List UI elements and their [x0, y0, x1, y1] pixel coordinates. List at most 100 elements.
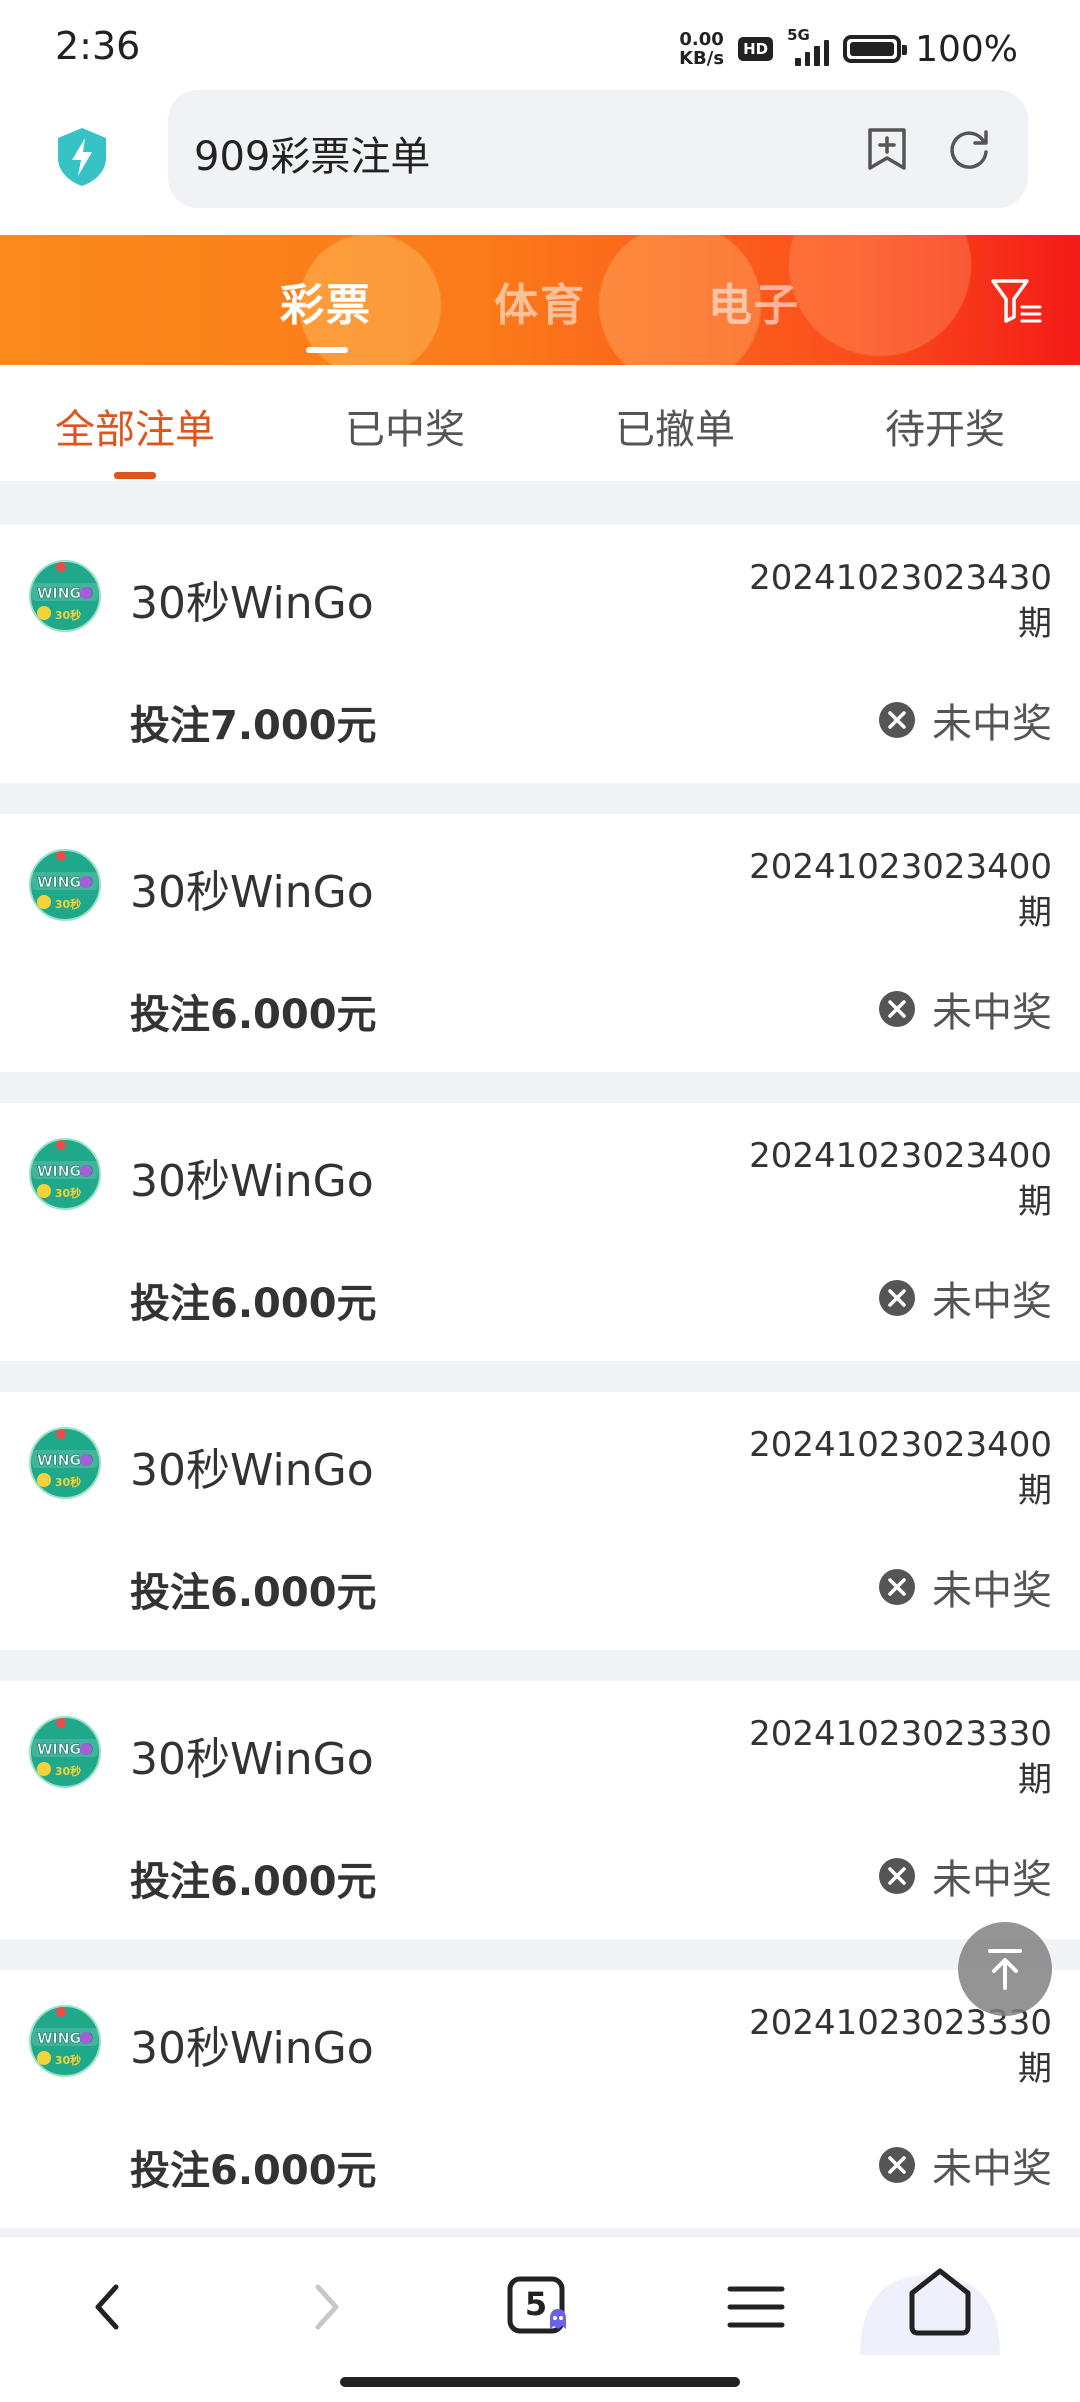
signal-icon: 5G [787, 26, 830, 66]
bet-status: 未中奖 [932, 1568, 1052, 1614]
sub-tab-indicator [114, 472, 156, 479]
svg-text:30秒: 30秒 [55, 1764, 81, 1778]
issue-number: 20241023023400 期 [749, 844, 1052, 936]
not-won-icon [879, 1858, 915, 1894]
battery-icon [843, 35, 908, 63]
bet-status: 未中奖 [932, 701, 1052, 747]
bet-result: 未中奖 [878, 1269, 1052, 1327]
svg-text:30秒: 30秒 [55, 608, 81, 622]
tab-won[interactable]: 已中奖 [270, 397, 540, 455]
bet-card[interactable]: WINGO 30秒 30秒WinGo 20241023023330 期 投注6.… [0, 1970, 1080, 2228]
status-icons: 0.00 KB/s HD 5G 100% [679, 24, 1018, 74]
svg-text:30秒: 30秒 [55, 1186, 81, 1200]
bet-status-tabs: 全部注单 已中奖 已撤单 待开奖 [0, 365, 1080, 483]
tab-count: 5 [524, 2285, 548, 2323]
issue-suffix: 期 [1018, 604, 1052, 644]
issue-suffix: 期 [1018, 1760, 1052, 1800]
add-bookmark-icon[interactable] [864, 126, 910, 172]
issue-number: 20241023023430 期 [749, 555, 1052, 647]
issue-number-value: 20241023023400 [749, 1425, 1052, 1465]
wingo-logo-icon: WINGO 30秒 [29, 1716, 101, 1788]
tab-pending[interactable]: 待开奖 [810, 397, 1080, 455]
network-type: 5G [787, 26, 810, 44]
bet-amount: 投注6.000元 [130, 1859, 377, 1905]
network-speed: 0.00 KB/s [679, 30, 724, 68]
svg-text:30秒: 30秒 [55, 2053, 81, 2067]
bet-status: 未中奖 [932, 1279, 1052, 1325]
tabs-button[interactable]: 5 [500, 2267, 580, 2347]
issue-number-value: 20241023023330 [749, 1714, 1052, 1754]
bet-card[interactable]: WINGO 30秒 30秒WinGo 20241023023400 期 投注6.… [0, 814, 1080, 1072]
issue-number: 20241023023400 期 [749, 1133, 1052, 1225]
home-icon[interactable] [860, 2255, 1020, 2355]
back-to-top-button[interactable] [958, 1922, 1052, 2016]
status-time: 2:36 [55, 24, 141, 68]
tab-lottery[interactable]: 彩票 [280, 269, 372, 333]
wingo-logo-icon: WINGO 30秒 [29, 1427, 101, 1499]
game-name: 30秒WinGo [130, 2023, 374, 2074]
bet-status: 未中奖 [932, 2146, 1052, 2192]
issue-number: 20241023023400 期 [749, 1422, 1052, 1514]
bet-card[interactable]: WINGO 30秒 30秒WinGo 20241023023400 期 投注6.… [0, 1392, 1080, 1650]
bet-amount: 投注6.000元 [130, 1570, 377, 1616]
bet-result: 未中奖 [878, 1847, 1052, 1905]
issue-suffix: 期 [1018, 1182, 1052, 1222]
svg-text:30秒: 30秒 [55, 897, 81, 911]
url-text[interactable]: 909彩票注单 [194, 124, 430, 182]
bet-amount: 投注6.000元 [130, 992, 377, 1038]
issue-suffix: 期 [1018, 1471, 1052, 1511]
wingo-logo-icon: WINGO 30秒 [29, 849, 101, 921]
refresh-icon[interactable] [946, 126, 992, 172]
hd-badge: HD [738, 37, 774, 61]
gesture-bar[interactable] [340, 2377, 740, 2387]
back-icon[interactable] [68, 2267, 148, 2347]
not-won-icon [879, 1569, 915, 1605]
not-won-icon [879, 702, 915, 738]
browser-bottom-nav: 5 [0, 2235, 1080, 2402]
not-won-icon [879, 1280, 915, 1316]
wingo-logo-icon: WINGO 30秒 [29, 2005, 101, 2077]
bet-status: 未中奖 [932, 990, 1052, 1036]
game-name: 30秒WinGo [130, 578, 374, 629]
game-name: 30秒WinGo [130, 867, 374, 918]
network-speed-unit: KB/s [679, 48, 725, 69]
not-won-icon [879, 991, 915, 1027]
bet-amount: 投注6.000元 [130, 2148, 377, 2194]
wingo-logo-icon: WINGO 30秒 [29, 560, 101, 632]
tab-electronic[interactable]: 电子 [708, 269, 800, 333]
shield-icon[interactable] [54, 126, 110, 188]
issue-suffix: 期 [1018, 893, 1052, 933]
game-name: 30秒WinGo [130, 1156, 374, 1207]
bet-amount: 投注6.000元 [130, 1281, 377, 1327]
forward-icon[interactable] [286, 2267, 366, 2347]
issue-suffix: 期 [1018, 2049, 1052, 2089]
tab-all-bets[interactable]: 全部注单 [0, 397, 270, 455]
bet-amount: 投注7.000元 [130, 703, 377, 749]
bet-result: 未中奖 [878, 1558, 1052, 1616]
not-won-icon [879, 2147, 915, 2183]
bet-result: 未中奖 [878, 2136, 1052, 2194]
tab-sports[interactable]: 体育 [494, 269, 586, 333]
bet-card[interactable]: WINGO 30秒 30秒WinGo 20241023023330 期 投注6.… [0, 1681, 1080, 1939]
bet-status: 未中奖 [932, 1857, 1052, 1903]
browser-address-row: 909彩票注单 [0, 90, 1080, 235]
battery-level: 100% [915, 28, 1018, 70]
game-name: 30秒WinGo [130, 1445, 374, 1496]
menu-icon[interactable] [716, 2267, 796, 2347]
issue-number: 20241023023330 期 [749, 1711, 1052, 1803]
bet-list[interactable]: WINGO 30秒 30秒WinGo 20241023023430 期 投注7.… [0, 481, 1080, 2235]
issue-number-value: 20241023023400 [749, 1136, 1052, 1176]
game-name: 30秒WinGo [130, 1734, 374, 1785]
category-tab-indicator [306, 347, 348, 353]
bet-card[interactable]: WINGO 30秒 30秒WinGo 20241023023430 期 投注7.… [0, 525, 1080, 783]
bet-card[interactable]: WINGO 30秒 30秒WinGo 20241023023400 期 投注6.… [0, 1103, 1080, 1361]
filter-icon[interactable] [990, 277, 1044, 325]
svg-text:30秒: 30秒 [55, 1475, 81, 1489]
issue-number-value: 20241023023430 [749, 558, 1052, 598]
address-bar[interactable]: 909彩票注单 [168, 90, 1028, 208]
tab-cancelled[interactable]: 已撤单 [540, 397, 810, 455]
status-bar: 2:36 0.00 KB/s HD 5G 100% [0, 0, 1080, 90]
category-header: 彩票 体育 电子 [0, 235, 1080, 365]
issue-number-value: 20241023023400 [749, 847, 1052, 887]
network-speed-value: 0.00 [679, 29, 724, 50]
